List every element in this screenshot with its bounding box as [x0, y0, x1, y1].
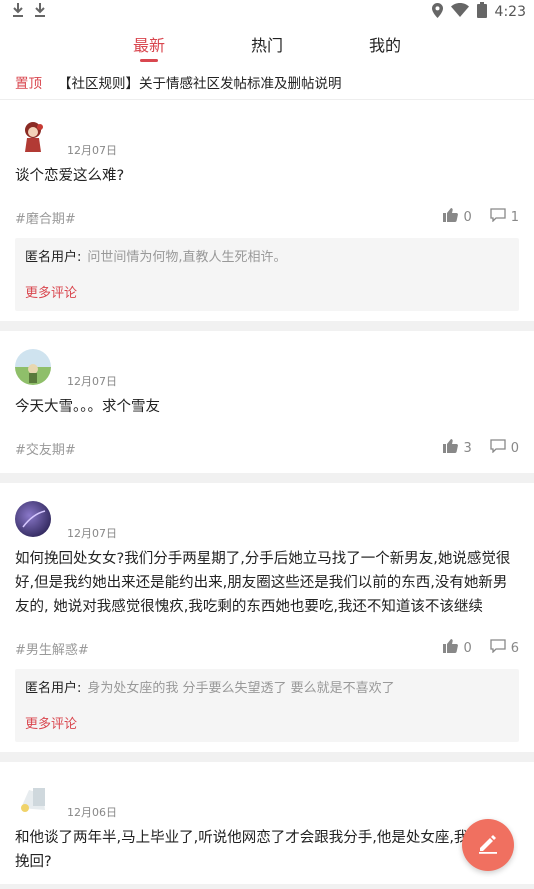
thumbs-up-icon — [443, 439, 459, 457]
post-content: 和他谈了两年半,马上毕业了,听说他网恋了才会跟我分手,他是处女座,我该怎么挽回? — [15, 830, 512, 870]
comment-button[interactable]: 6 — [490, 639, 519, 657]
download-icon — [12, 3, 24, 21]
like-count: 3 — [463, 440, 472, 456]
comment-user: 匿名用户: — [25, 250, 82, 265]
like-button[interactable]: 0 — [443, 639, 472, 657]
download-icon — [34, 3, 46, 21]
thumbs-up-icon — [443, 208, 459, 226]
status-time: 4:23 — [494, 4, 526, 20]
like-count: 0 — [463, 640, 472, 656]
comment-preview: 匿名用户: 身为处女座的我 分手要么失望透了 要么就是不喜欢了 更多评论 — [15, 669, 519, 742]
avatar[interactable] — [15, 501, 51, 537]
post-topic[interactable]: #磨合期# — [15, 208, 76, 227]
pinned-post[interactable]: 置顶 【社区规则】关于情感社区发帖标准及删帖说明 — [0, 64, 534, 100]
comment-item: 匿名用户: 身为处女座的我 分手要么失望透了 要么就是不喜欢了 — [25, 679, 507, 699]
post-card[interactable]: 12月07日 谈个恋爱这么难? #磨合期# 0 1 匿名用户: 问世间情为何物,直… — [0, 100, 534, 321]
like-count: 0 — [463, 209, 472, 225]
compose-button[interactable] — [462, 819, 514, 871]
avatar[interactable] — [15, 349, 51, 385]
comment-preview: 匿名用户: 问世间情为何物,直教人生死相许。 更多评论 — [15, 238, 519, 311]
post-card[interactable]: 12月07日 今天大雪。。。求个雪友 #交友期# 3 0 — [0, 331, 534, 473]
comment-item: 匿名用户: 问世间情为何物,直教人生死相许。 — [25, 248, 507, 268]
post-content: 今天大雪。。。求个雪友 — [15, 399, 160, 415]
comment-button[interactable]: 0 — [490, 439, 519, 457]
tab-mine[interactable]: 我的 — [326, 32, 444, 64]
post-content: 如何挽回处女女?我们分手两星期了,分手后她立马找了一个新男友,她说感觉很好,但是… — [15, 551, 511, 615]
location-icon — [431, 2, 443, 22]
status-bar: 4:23 — [0, 0, 534, 24]
comment-count: 6 — [510, 640, 519, 656]
post-date: 12月07日 — [67, 375, 117, 388]
more-comments-link[interactable]: 更多评论 — [25, 282, 507, 301]
comment-user: 匿名用户: — [25, 681, 82, 696]
pinned-tag: 置顶 — [15, 75, 42, 92]
post-content: 谈个恋爱这么难? — [15, 168, 125, 184]
battery-icon — [476, 2, 487, 22]
comment-icon — [490, 639, 506, 657]
like-button[interactable]: 3 — [443, 439, 472, 457]
comment-button[interactable]: 1 — [490, 208, 519, 226]
post-card[interactable]: 12月07日 如何挽回处女女?我们分手两星期了,分手后她立马找了一个新男友,她说… — [0, 483, 534, 752]
comment-count: 0 — [510, 440, 519, 456]
post-date: 12月07日 — [67, 527, 117, 540]
pinned-title: 【社区规则】关于情感社区发帖标准及删帖说明 — [58, 75, 342, 92]
post-date: 12月06日 — [67, 806, 117, 819]
thumbs-up-icon — [443, 639, 459, 657]
comment-count: 1 — [510, 209, 519, 225]
comment-icon — [490, 208, 506, 226]
post-topic[interactable]: #交友期# — [15, 439, 76, 458]
post-topic[interactable]: #男生解惑# — [15, 639, 89, 658]
pencil-icon — [476, 831, 500, 859]
tab-bar: 最新 热门 我的 — [0, 24, 534, 64]
tab-hot[interactable]: 热门 — [208, 32, 326, 64]
post-date: 12月07日 — [67, 144, 117, 157]
avatar[interactable] — [15, 118, 51, 154]
comment-text: 问世间情为何物,直教人生死相许。 — [87, 250, 287, 265]
post-card[interactable]: 12月06日 和他谈了两年半,马上毕业了,听说他网恋了才会跟我分手,他是处女座,… — [0, 762, 534, 884]
tab-latest[interactable]: 最新 — [90, 32, 208, 64]
comment-text: 身为处女座的我 分手要么失望透了 要么就是不喜欢了 — [87, 681, 395, 696]
like-button[interactable]: 0 — [443, 208, 472, 226]
wifi-icon — [450, 3, 469, 21]
more-comments-link[interactable]: 更多评论 — [25, 713, 507, 732]
comment-icon — [490, 439, 506, 457]
avatar[interactable] — [15, 780, 51, 816]
